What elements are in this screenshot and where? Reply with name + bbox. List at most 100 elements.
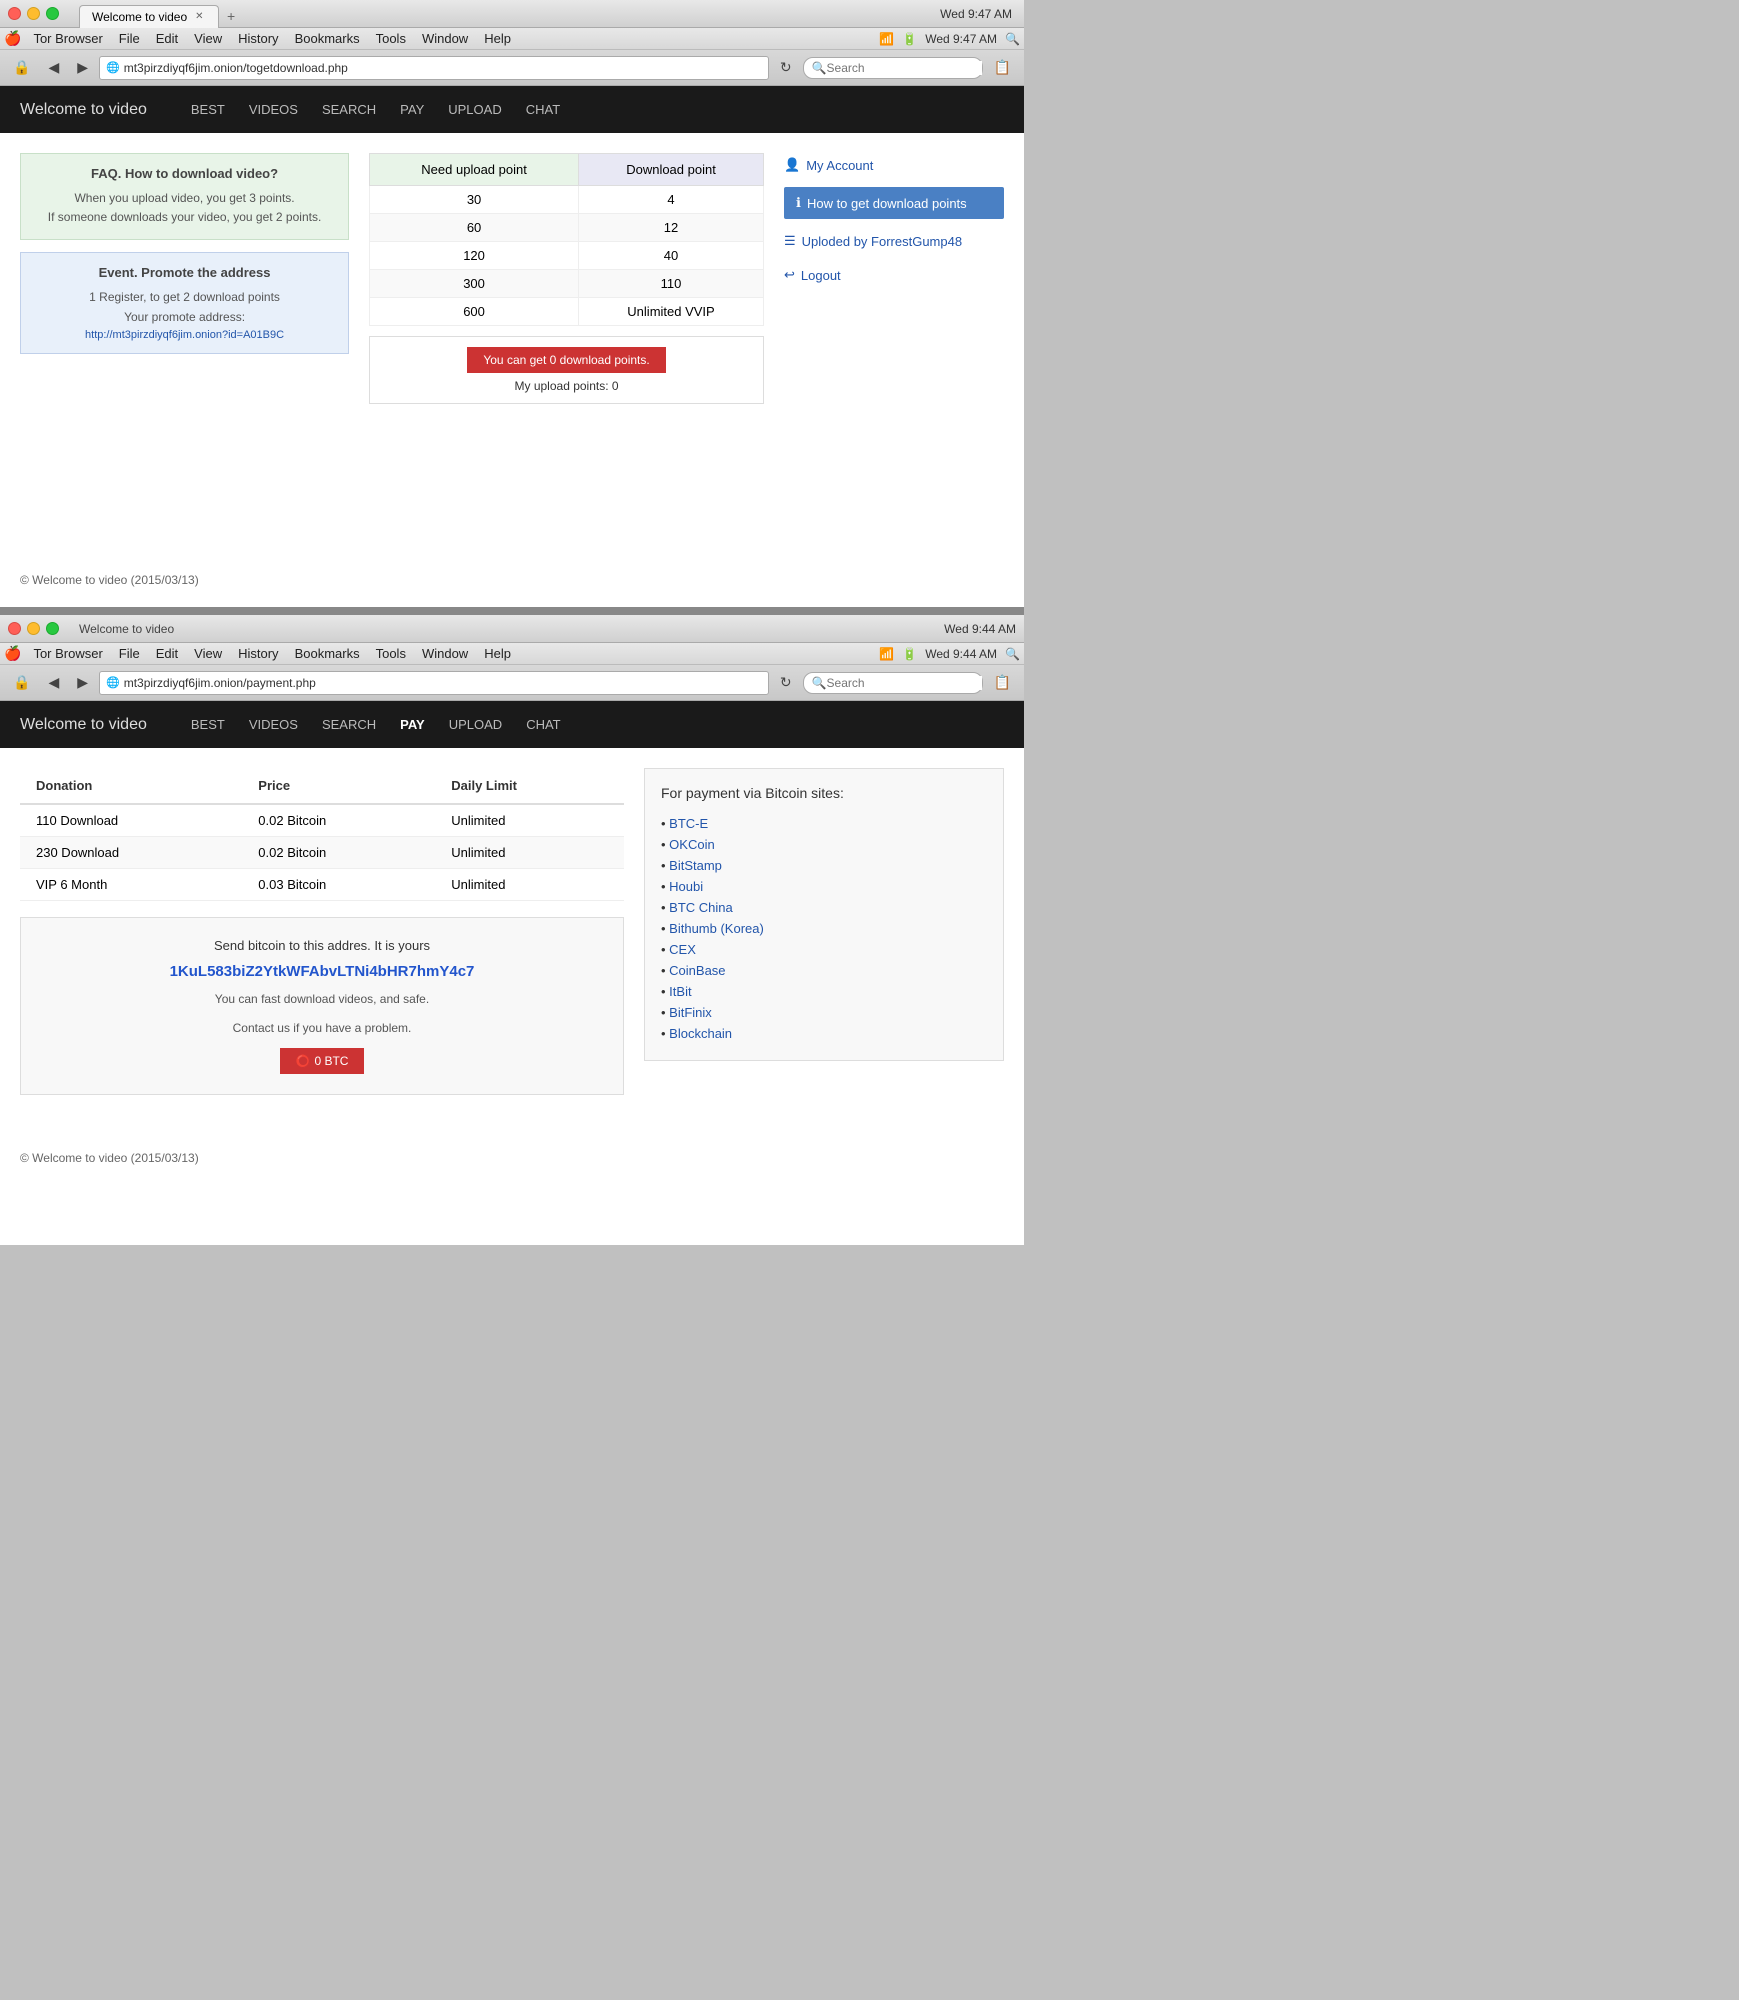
list-item: BitStamp <box>661 855 987 876</box>
logout-label: Logout <box>801 268 841 283</box>
menu-window[interactable]: Window <box>414 29 476 48</box>
download-points-button[interactable]: You can get 0 download points. <box>467 347 665 373</box>
extensions-button[interactable]: 📋 <box>987 55 1018 80</box>
apple-menu-bottom[interactable]: 🍎 <box>4 645 21 662</box>
search-input-top[interactable] <box>827 61 982 75</box>
site-nav-top: BEST VIDEOS SEARCH PAY UPLOAD CHAT <box>181 98 570 121</box>
search-box-top[interactable]: 🔍 <box>803 57 983 79</box>
menu-tools[interactable]: Tools <box>368 29 414 48</box>
btcchina-link[interactable]: BTC China <box>669 900 733 915</box>
reload-button[interactable]: ↻ <box>773 55 799 80</box>
menu-view-bottom[interactable]: View <box>186 644 230 663</box>
menu-view[interactable]: View <box>186 29 230 48</box>
list-item: Bithumb (Korea) <box>661 918 987 939</box>
account-label: My Account <box>806 158 873 173</box>
nav-upload-bottom[interactable]: UPLOAD <box>439 713 512 736</box>
maximize-button[interactable] <box>46 7 59 20</box>
bithumb-link[interactable]: Bithumb (Korea) <box>669 921 764 936</box>
bitstamp-link[interactable]: BitStamp <box>669 858 722 873</box>
maximize-button-bottom[interactable] <box>46 622 59 635</box>
limit-val: Unlimited <box>435 869 624 901</box>
nav-upload[interactable]: UPLOAD <box>438 98 511 121</box>
address-bar-bottom[interactable]: 🌐 <box>99 671 769 695</box>
close-button-bottom[interactable] <box>8 622 21 635</box>
need-val: 30 <box>370 186 579 214</box>
menu-help-bottom[interactable]: Help <box>476 644 519 663</box>
nav-chat[interactable]: CHAT <box>516 98 570 121</box>
houbi-link[interactable]: Houbi <box>669 879 703 894</box>
event-link[interactable]: http://mt3pirzdiyqf6jim.onion?id=A01B9C <box>85 329 284 341</box>
screen-divider <box>0 607 1024 615</box>
blockchain-link[interactable]: Blockchain <box>669 1026 732 1041</box>
points-table: Need upload point Download point 30 4 60… <box>369 153 764 326</box>
menu-bookmarks[interactable]: Bookmarks <box>287 29 368 48</box>
nav-search-bottom[interactable]: SEARCH <box>312 713 386 736</box>
address-bar-top[interactable]: 🌐 <box>99 56 769 80</box>
url-input-top[interactable] <box>124 61 762 75</box>
menu-file-bottom[interactable]: File <box>111 644 148 663</box>
back-button[interactable]: ◀ <box>41 55 66 80</box>
bitfinix-link[interactable]: BitFinix <box>669 1005 712 1020</box>
price-val: 0.03 Bitcoin <box>242 869 435 901</box>
btce-link[interactable]: BTC-E <box>669 816 708 831</box>
tab-close-button[interactable]: ✕ <box>195 11 203 22</box>
nav-videos-bottom[interactable]: VIDEOS <box>239 713 308 736</box>
back-button-bottom[interactable]: ◀ <box>41 670 66 695</box>
bitcoin-box: Send bitcoin to this addres. It is yours… <box>20 917 624 1095</box>
nav-pay[interactable]: PAY <box>390 98 434 121</box>
list-item: BTC-E <box>661 813 987 834</box>
nav-search[interactable]: SEARCH <box>312 98 386 121</box>
menu-tor-browser[interactable]: Tor Browser <box>25 29 110 48</box>
menu-edit-bottom[interactable]: Edit <box>148 644 186 663</box>
bitcoin-address[interactable]: 1KuL583biZ2YtkWFAbvLTNi4bHR7hmY4c7 <box>41 963 603 980</box>
how-to-button[interactable]: ℹ How to get download points <box>784 187 1004 219</box>
menu-window-bottom[interactable]: Window <box>414 644 476 663</box>
logout-link[interactable]: ↩ Logout <box>784 263 1004 287</box>
menu-history[interactable]: History <box>230 29 286 48</box>
url-input-bottom[interactable] <box>124 676 762 690</box>
payment-sites-box: For payment via Bitcoin sites: BTC-E OKC… <box>644 768 1004 1061</box>
menu-edit[interactable]: Edit <box>148 29 186 48</box>
coinbase-link[interactable]: CoinBase <box>669 963 725 978</box>
logout-icon: ↩ <box>784 267 795 283</box>
menu-history-bottom[interactable]: History <box>230 644 286 663</box>
forward-button-bottom[interactable]: ▶ <box>70 670 95 695</box>
payment-right: For payment via Bitcoin sites: BTC-E OKC… <box>644 768 1004 1111</box>
search-icon-menubar[interactable]: 🔍 <box>1005 32 1020 46</box>
search-box-bottom[interactable]: 🔍 <box>803 672 983 694</box>
menu-bookmarks-bottom[interactable]: Bookmarks <box>287 644 368 663</box>
nav-best-bottom[interactable]: BEST <box>181 713 235 736</box>
security-button[interactable]: 🔒 <box>6 55 37 80</box>
nav-chat-bottom[interactable]: CHAT <box>516 713 570 736</box>
search-icon-menubar-bottom[interactable]: 🔍 <box>1005 647 1020 661</box>
donation-val: 230 Download <box>20 837 242 869</box>
minimize-button-bottom[interactable] <box>27 622 40 635</box>
itbit-link[interactable]: ItBit <box>669 984 691 999</box>
menu-tor-bottom[interactable]: Tor Browser <box>25 644 110 663</box>
search-input-bottom[interactable] <box>827 676 982 690</box>
okcoin-link[interactable]: OKCoin <box>669 837 715 852</box>
apple-menu[interactable]: 🍎 <box>4 30 21 47</box>
nav-pay-bottom[interactable]: PAY <box>390 713 435 736</box>
btc-button[interactable]: ⭕ 0 BTC <box>280 1048 365 1074</box>
menu-tools-bottom[interactable]: Tools <box>368 644 414 663</box>
minimize-button[interactable] <box>27 7 40 20</box>
reload-button-bottom[interactable]: ↻ <box>773 670 799 695</box>
menu-help[interactable]: Help <box>476 29 519 48</box>
close-button[interactable] <box>8 7 21 20</box>
nav-videos[interactable]: VIDEOS <box>239 98 308 121</box>
sidebar-howto: ℹ How to get download points <box>784 187 1004 219</box>
extensions-button-bottom[interactable]: 📋 <box>987 670 1018 695</box>
my-account-link[interactable]: 👤 My Account <box>784 153 1004 177</box>
menubar-right-bottom: 📶 🔋 Wed 9:44 AM 🔍 <box>879 647 1020 661</box>
active-tab[interactable]: Welcome to video ✕ <box>79 5 219 28</box>
menu-file[interactable]: File <box>111 29 148 48</box>
forward-button[interactable]: ▶ <box>70 55 95 80</box>
uploaded-by-link[interactable]: ☰ Uploded by ForrestGump48 <box>784 229 1004 253</box>
nav-best[interactable]: BEST <box>181 98 235 121</box>
new-tab-button[interactable]: + <box>219 4 243 28</box>
tab-bar: Welcome to video ✕ + <box>79 0 243 28</box>
window-controls-bottom <box>8 622 59 635</box>
security-button-bottom[interactable]: 🔒 <box>6 670 37 695</box>
cex-link[interactable]: CEX <box>669 942 696 957</box>
